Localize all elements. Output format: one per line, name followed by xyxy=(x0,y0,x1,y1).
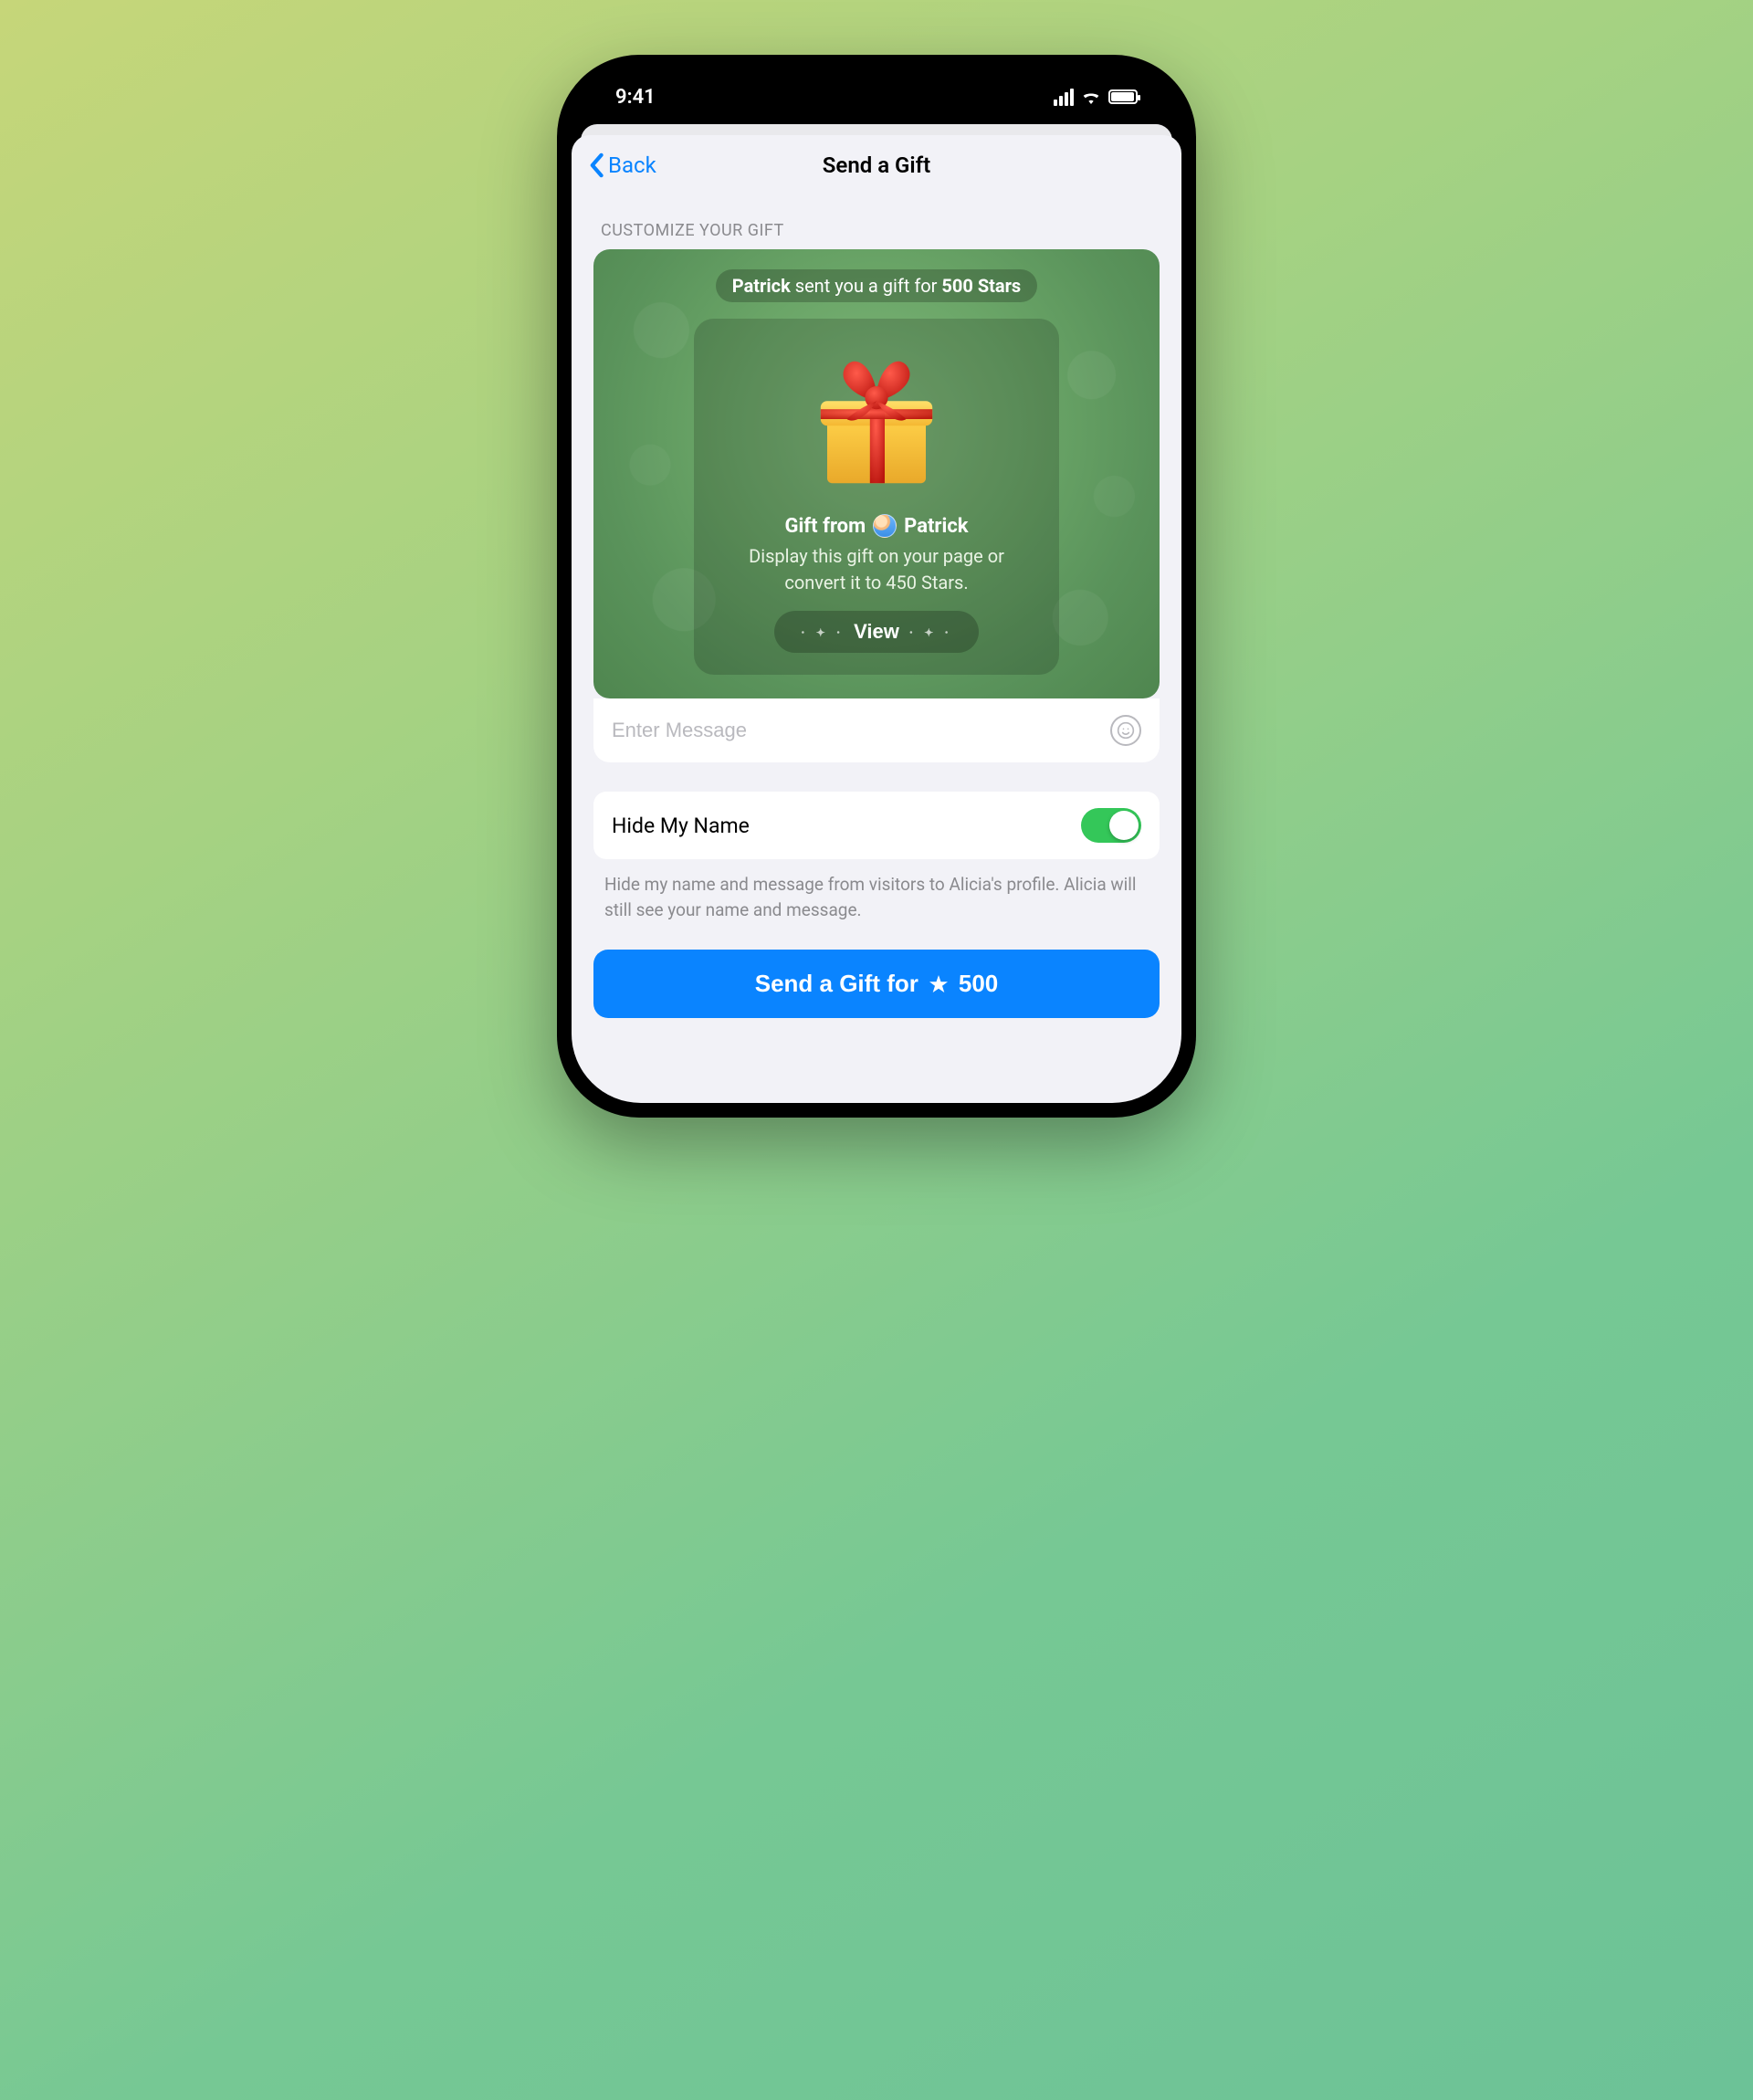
hide-name-label: Hide My Name xyxy=(612,814,750,838)
gift-from-line: Gift from Patrick xyxy=(721,514,1032,538)
emoji-button[interactable] xyxy=(1110,715,1141,746)
page-title: Send a Gift xyxy=(823,152,931,178)
send-gift-button[interactable]: Send a Gift for 500 xyxy=(593,950,1160,1018)
back-button[interactable]: Back xyxy=(588,135,656,195)
sparkle-icon: ･ ✦ ･ xyxy=(800,625,845,640)
back-label: Back xyxy=(608,152,656,178)
message-row xyxy=(593,698,1160,762)
phone-frame: 9:41 Back Send a Gift xyxy=(557,55,1196,1118)
gift-card: Gift from Patrick Display this gift on y… xyxy=(694,319,1059,675)
battery-icon xyxy=(1108,89,1138,104)
preview-banner: Patrick sent you a gift for 500 Stars xyxy=(716,269,1037,302)
hide-name-row: Hide My Name xyxy=(593,792,1160,859)
gift-preview: Patrick sent you a gift for 500 Stars xyxy=(593,249,1160,698)
send-amount: 500 xyxy=(959,970,998,998)
banner-amount: 500 Stars xyxy=(941,275,1021,297)
nav-bar: Back Send a Gift xyxy=(572,135,1181,195)
status-bar: 9:41 xyxy=(572,69,1181,124)
sender-avatar xyxy=(873,514,897,538)
smiley-icon xyxy=(1117,721,1135,740)
banner-mid: sent you a gift for xyxy=(791,275,942,297)
wifi-icon xyxy=(1081,89,1101,104)
cellular-icon xyxy=(1054,89,1074,106)
phone-screen: 9:41 Back Send a Gift xyxy=(572,69,1181,1103)
section-header: CUSTOMIZE YOUR GIFT xyxy=(572,195,1181,249)
gift-description: Display this gift on your page or conver… xyxy=(721,543,1032,596)
sparkle-icon: ･ ✦ ･ xyxy=(908,625,953,640)
view-label: View xyxy=(854,620,899,644)
message-input[interactable] xyxy=(612,719,1110,742)
star-icon xyxy=(928,973,950,995)
hide-name-note: Hide my name and message from visitors t… xyxy=(604,872,1149,922)
hide-name-toggle[interactable] xyxy=(1081,808,1141,843)
banner-sender: Patrick xyxy=(732,275,791,297)
modal-sheet: Back Send a Gift CUSTOMIZE YOUR GIFT Pat… xyxy=(572,135,1181,1103)
status-time: 9:41 xyxy=(615,86,656,109)
gift-from-name: Patrick xyxy=(904,515,968,538)
chevron-left-icon xyxy=(588,152,604,178)
gift-from-prefix: Gift from xyxy=(784,515,866,538)
view-button[interactable]: ･ ✦ ･ View ･ ✦ ･ xyxy=(774,611,978,653)
gift-box-icon xyxy=(794,337,959,501)
status-indicators xyxy=(1054,89,1138,106)
send-prefix: Send a Gift for xyxy=(755,970,918,998)
toggle-knob xyxy=(1109,811,1139,840)
